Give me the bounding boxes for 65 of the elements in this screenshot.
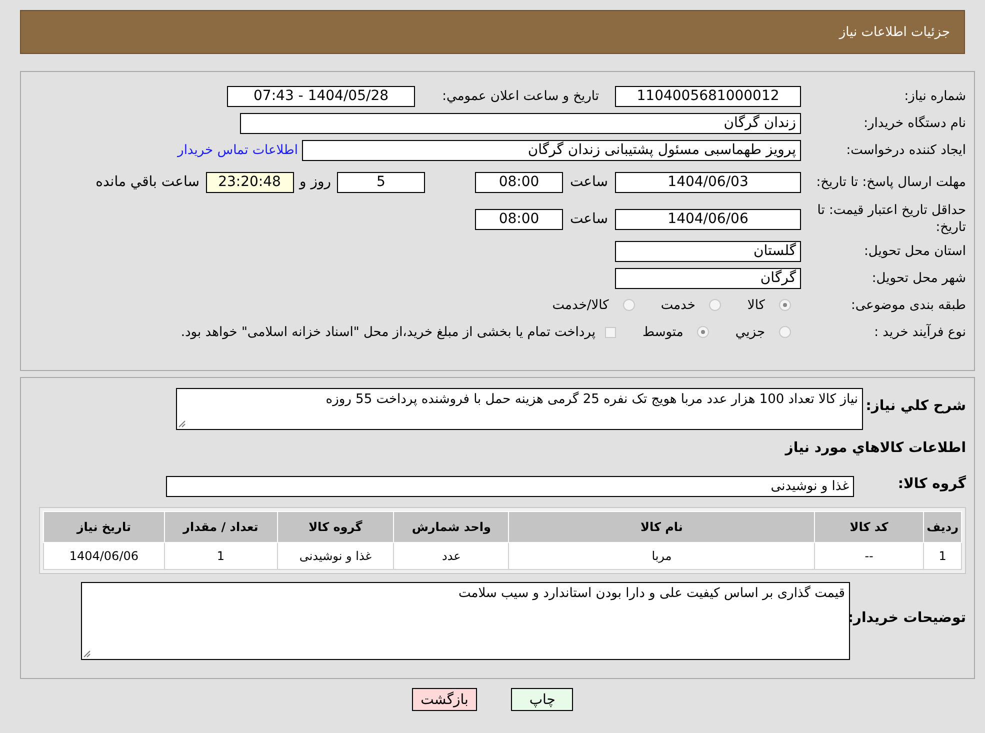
table-cell: --: [814, 542, 924, 570]
time-field: 08:00: [475, 172, 563, 192]
table-cell: 1: [924, 542, 962, 570]
field-label: استان محل تحویل:: [863, 242, 966, 260]
column-header: ردیف: [924, 512, 962, 542]
table-cell: غذا و نوشیدنی: [277, 542, 394, 570]
days-label: روز و: [300, 174, 331, 190]
city-field: گرگان: [615, 268, 801, 288]
time-label: ساعت: [569, 174, 609, 190]
field-label: تاریخ و ساعت اعلان عمومي:: [441, 88, 599, 104]
table-cell: عدد: [394, 542, 509, 570]
field-label: شهر محل تحویل:: [870, 270, 966, 286]
field-label: توضیحات خریدار:: [848, 609, 966, 626]
option-label: جزيي: [735, 324, 765, 340]
option-label: خدمت: [660, 298, 696, 312]
days-field: 5: [337, 172, 425, 192]
option-label: پرداخت تمام یا بخشی از مبلغ خرید،از محل "اسناد خزانه اسلامی" خواهد بود.: [180, 324, 596, 340]
description-field: نیاز کالا تعداد 100 هزار عدد مربا هویج تک نفره 25 گرمی هزینه حمل با فروشنده پرداخت 55 روزه: [176, 388, 863, 430]
column-header: نام کالا: [508, 512, 814, 542]
column-header: تاریخ نیاز: [44, 512, 164, 542]
remaining-label: ساعت باقي مانده: [96, 174, 200, 190]
table-cell: مربا: [508, 542, 814, 570]
option-label: متوسط: [642, 324, 684, 340]
option-label: کالا: [747, 298, 765, 312]
field-label: طبقه بندی موضوعی:: [850, 296, 966, 314]
resize-grip-icon[interactable]: [178, 420, 186, 428]
table-cell: 1404/06/06: [44, 542, 164, 570]
field-label: مهلت ارسال پاسخ: تا تاریخ:: [815, 174, 966, 190]
time-label: ساعت: [569, 211, 609, 227]
radio-button[interactable]: [779, 326, 791, 338]
checkbox[interactable]: [605, 326, 616, 338]
requester-field: پرویز طهماسبی مسئول پشتیبانی زندان گرگان: [302, 140, 801, 160]
date-field: 1404/06/06: [615, 208, 801, 230]
contact-link[interactable]: اطلاعات تماس خریدار: [178, 142, 298, 158]
page-title: جزئیات اطلاعات نیاز: [839, 24, 950, 40]
province-field: گلستان: [615, 240, 801, 262]
need-number-field: 1104005681000012: [615, 86, 801, 106]
table-cell: 1: [164, 542, 277, 570]
radio-button[interactable]: [697, 326, 710, 338]
column-header: گروه کالا: [277, 512, 394, 542]
radio-button[interactable]: [779, 299, 791, 311]
radio-button[interactable]: [622, 299, 635, 311]
section-title: اطلاعات کالاهاي مورد نیاز: [784, 440, 966, 456]
field-label: شماره نیاز:: [903, 88, 966, 104]
remaining-time-field: 23:20:48: [206, 172, 294, 192]
buyer-notes-field: قیمت گذاری بر اساس کیفیت علی و دارا بودن استاندارد و سیب سلامت: [81, 582, 850, 660]
announce-date-field: 1404/05/28 - 07:43: [227, 86, 415, 106]
buyer-org-field: زندان گرگان: [240, 112, 801, 134]
field-label: حداقل تاریخ اعتبار قیمت: تا تاریخ:: [816, 202, 966, 236]
option-label: کالا/خدمت: [552, 298, 609, 312]
radio-button[interactable]: [709, 299, 722, 311]
time-field: 08:00: [475, 208, 563, 230]
field-label: نام دستگاه خریدار:: [862, 114, 966, 132]
goods-group-field: غذا و نوشیدنی: [166, 476, 854, 497]
back-button[interactable]: بازگشت: [412, 688, 478, 711]
field-label: ایجاد کننده درخواست:: [845, 142, 966, 158]
field-label: شرح کلي نیاز:: [864, 397, 966, 414]
field-label: گروه کالا:: [896, 476, 966, 492]
print-button[interactable]: چاپ: [511, 688, 574, 711]
column-header: واحد شمارش: [394, 512, 509, 542]
field-label: نوع فرآیند خرید :: [873, 324, 966, 340]
column-header: کد کالا: [814, 512, 924, 542]
resize-grip-icon[interactable]: [83, 650, 91, 658]
column-header: تعداد / مقدار: [164, 512, 277, 542]
date-field: 1404/06/03: [615, 172, 801, 192]
